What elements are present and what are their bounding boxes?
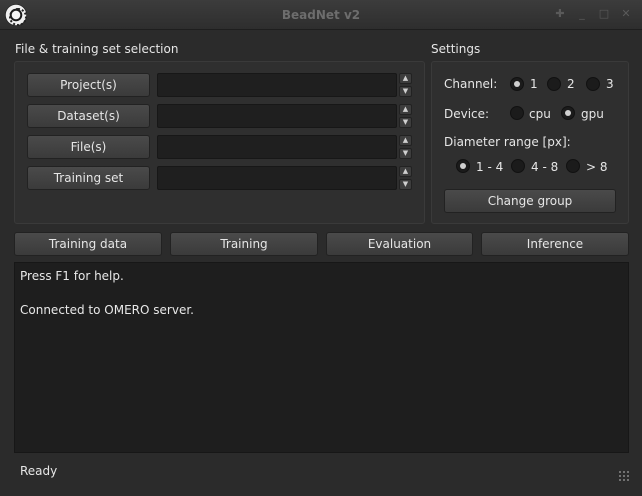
training-set-field[interactable] xyxy=(157,166,397,190)
datasets-field[interactable] xyxy=(157,104,397,128)
console-line: Press F1 for help. xyxy=(20,269,124,283)
diameter-1-4-radio[interactable] xyxy=(456,159,470,173)
device-cpu-label: cpu xyxy=(529,107,551,121)
spin-up-icon[interactable]: ▲ xyxy=(399,73,412,84)
projects-button[interactable]: Project(s) xyxy=(27,73,150,97)
resize-grip-icon[interactable] xyxy=(618,470,630,482)
diameter-gt-8-label: > 8 xyxy=(586,160,608,174)
spin-up-icon[interactable]: ▲ xyxy=(399,166,412,177)
settings-title: Settings xyxy=(431,42,481,56)
device-label: Device: xyxy=(444,107,490,121)
channel-1-label: 1 xyxy=(530,77,538,91)
files-field[interactable] xyxy=(157,135,397,159)
diameter-1-4-label: 1 - 4 xyxy=(476,160,504,174)
channel-1-radio[interactable] xyxy=(510,77,524,91)
console-line: Connected to OMERO server. xyxy=(20,303,194,317)
diameter-4-8-radio[interactable] xyxy=(511,159,525,173)
keep-above-icon[interactable]: ✚ xyxy=(553,7,567,21)
channel-2-radio[interactable] xyxy=(547,77,561,91)
minimize-icon[interactable]: _ xyxy=(575,7,589,21)
device-cpu-radio[interactable] xyxy=(510,106,524,120)
channel-3-radio[interactable] xyxy=(586,77,600,91)
console-output[interactable]: Press F1 for help. Connected to OMERO se… xyxy=(14,262,629,453)
datasets-spinner[interactable]: ▲ ▼ xyxy=(399,104,412,128)
device-gpu-radio[interactable] xyxy=(561,106,575,120)
file-section-title: File & training set selection xyxy=(15,42,179,56)
settings-frame: Channel: 1 2 3 Device: cpu gpu Diameter … xyxy=(431,61,629,224)
diameter-label: Diameter range [px]: xyxy=(444,135,571,149)
window-title: BeadNet v2 xyxy=(281,8,361,22)
device-gpu-label: gpu xyxy=(581,107,604,121)
tab-inference[interactable]: Inference xyxy=(481,232,629,256)
title-bar: BeadNet v2 ✚ _ □ ✕ xyxy=(0,0,642,30)
tab-evaluation[interactable]: Evaluation xyxy=(326,232,473,256)
channel-label: Channel: xyxy=(444,77,498,91)
channel-2-label: 2 xyxy=(567,77,575,91)
diameter-4-8-label: 4 - 8 xyxy=(531,160,559,174)
diameter-gt-8-radio[interactable] xyxy=(566,159,580,173)
datasets-button[interactable]: Dataset(s) xyxy=(27,104,150,128)
spin-down-icon[interactable]: ▼ xyxy=(399,117,412,128)
projects-spinner[interactable]: ▲ ▼ xyxy=(399,73,412,97)
projects-field[interactable] xyxy=(157,73,397,97)
tab-training-data[interactable]: Training data xyxy=(14,232,162,256)
spin-up-icon[interactable]: ▲ xyxy=(399,135,412,146)
close-icon[interactable]: ✕ xyxy=(619,7,633,21)
file-section-frame: Project(s) ▲ ▼ Dataset(s) ▲ ▼ File(s) ▲ ▼ T… xyxy=(14,61,425,224)
spin-up-icon[interactable]: ▲ xyxy=(399,104,412,115)
change-group-button[interactable]: Change group xyxy=(444,189,616,213)
spin-down-icon[interactable]: ▼ xyxy=(399,148,412,159)
training-set-button[interactable]: Training set xyxy=(27,166,150,190)
tab-training[interactable]: Training xyxy=(170,232,318,256)
spin-down-icon[interactable]: ▼ xyxy=(399,86,412,97)
training-set-spinner[interactable]: ▲ ▼ xyxy=(399,166,412,190)
files-button[interactable]: File(s) xyxy=(27,135,150,159)
channel-3-label: 3 xyxy=(606,77,614,91)
files-spinner[interactable]: ▲ ▼ xyxy=(399,135,412,159)
spin-down-icon[interactable]: ▼ xyxy=(399,179,412,190)
maximize-icon[interactable]: □ xyxy=(597,7,611,21)
status-text: Ready xyxy=(20,464,58,478)
